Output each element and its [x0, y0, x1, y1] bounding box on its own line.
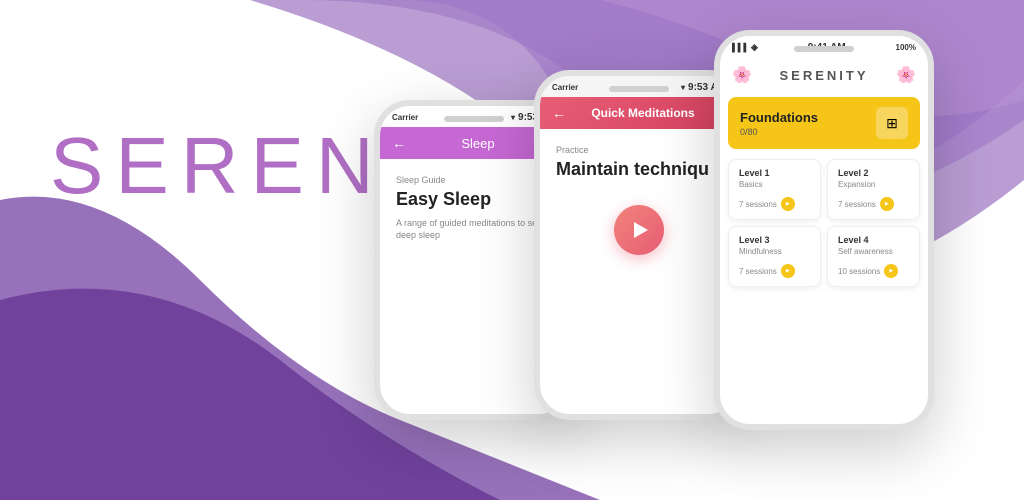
foundations-info: Foundations 0/80 [740, 110, 818, 137]
wifi-icon-3: ◈ [751, 42, 758, 53]
wifi-icon-2: ▾ [681, 83, 685, 92]
levels-grid: Level 1 Basics 7 sessions Level 2 Expans… [720, 153, 928, 293]
session-dot-1 [781, 197, 795, 211]
signal-icon: ▌▌▌ [732, 43, 749, 52]
foundations-icon: ⊞ [876, 107, 908, 139]
level-card-2[interactable]: Level 2 Expansion 7 sessions [827, 159, 920, 220]
phone-notch-2 [609, 86, 669, 92]
foundations-progress: 0/80 [740, 127, 818, 137]
level-3-subtitle: Mindfulness [739, 247, 810, 256]
screen-heading-1: Easy Sleep [396, 189, 552, 211]
level-4-sessions: 10 sessions [838, 264, 909, 278]
phone-home: ▌▌▌ ◈ 9:41 AM 100% 🌸 SERENITY 🌸 Foundati… [714, 30, 934, 430]
phone-meditations: Carrier ▾ 9:53 AM ← Quick Meditations Pr… [534, 70, 744, 420]
phone-notch [444, 116, 504, 122]
level-3-sessions: 7 sessions [739, 264, 810, 278]
screen-desc-1: A range of guided meditations to send de… [396, 217, 552, 242]
play-button[interactable] [614, 205, 664, 255]
level-card-4[interactable]: Level 4 Self awareness 10 sessions [827, 226, 920, 287]
level-card-1[interactable]: Level 1 Basics 7 sessions [728, 159, 821, 220]
meditation-content: Practice Maintain techniqu [540, 129, 738, 271]
level-card-3[interactable]: Level 3 Mindfulness 7 sessions [728, 226, 821, 287]
level-1-title: Level 1 [739, 168, 810, 178]
foundations-title: Foundations [740, 110, 818, 125]
battery: 100% [896, 43, 916, 52]
session-dot-4 [884, 264, 898, 278]
phone-notch-3 [794, 46, 854, 52]
back-arrow-1[interactable]: ← [392, 135, 406, 151]
carrier-1: Carrier [392, 113, 418, 122]
screen-title-2: Quick Meditations [574, 106, 712, 120]
level-2-sessions: 7 sessions [838, 197, 909, 211]
practice-label: Practice [556, 145, 722, 155]
carrier-2: Carrier [552, 83, 578, 92]
level-1-sessions: 7 sessions [739, 197, 810, 211]
practice-title: Maintain techniqu [556, 159, 722, 181]
play-button-area [556, 205, 722, 255]
level-4-title: Level 4 [838, 235, 909, 245]
app-name-3: SERENITY [779, 68, 868, 83]
screen-label-1: Sleep Guide [396, 175, 552, 185]
nav-bar-2: ← Quick Meditations [540, 97, 738, 129]
level-2-title: Level 2 [838, 168, 909, 178]
session-dot-3 [781, 264, 795, 278]
level-3-title: Level 3 [739, 235, 810, 245]
level-4-subtitle: Self awareness [838, 247, 909, 256]
wifi-icon-1: ▾ [511, 113, 515, 122]
back-arrow-2[interactable]: ← [552, 105, 566, 121]
phones-area: Carrier ▾ 9:53 AM ← Sleep Sleep Guide Ea… [324, 0, 1024, 500]
level-1-subtitle: Basics [739, 180, 810, 189]
session-dot-2 [880, 197, 894, 211]
foundations-banner[interactable]: Foundations 0/80 ⊞ [728, 97, 920, 149]
lotus-icon-left: 🌸 [732, 65, 752, 85]
screen-title-1: Sleep [414, 136, 542, 151]
lotus-icon-right: 🌸 [896, 65, 916, 85]
app-header-3: 🌸 SERENITY 🌸 [720, 57, 928, 93]
level-2-subtitle: Expansion [838, 180, 909, 189]
